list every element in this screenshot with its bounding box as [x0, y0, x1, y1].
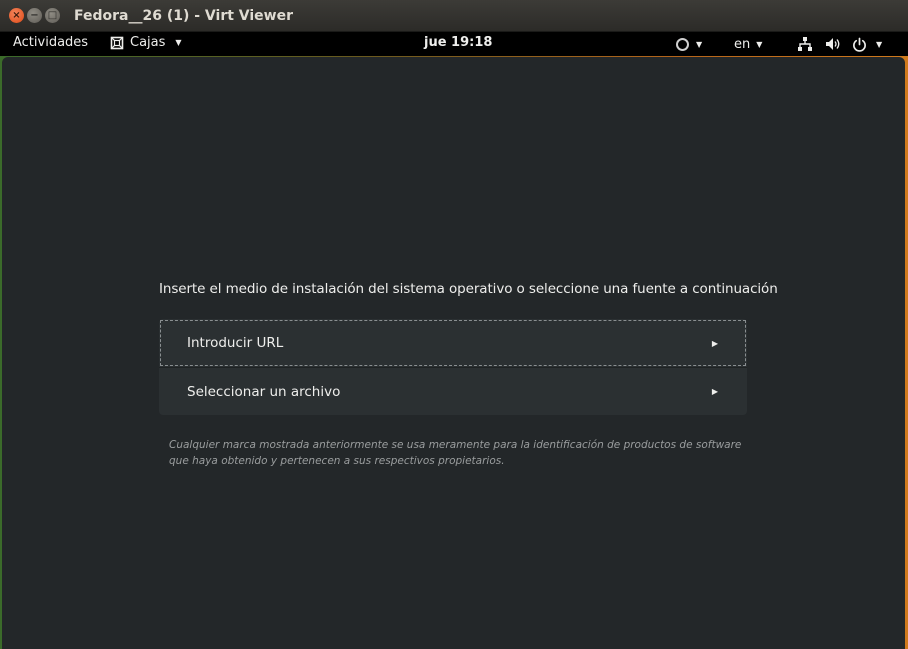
boxes-icon	[110, 36, 124, 49]
trademark-disclaimer: Cualquier marca mostrada anteriormente s…	[169, 439, 742, 467]
language-selector[interactable]: en ▼	[734, 32, 762, 56]
install-media-prompt: Inserte el medio de instalación del sist…	[159, 281, 778, 297]
maximize-window-button[interactable]: □	[45, 8, 60, 23]
gnome-top-bar: Actividades Cajas ▼ jue 19:18 ▼ en ▼ ▼	[0, 32, 908, 56]
language-label: en	[734, 36, 751, 52]
caret-down-icon: ▼	[756, 39, 763, 49]
status-indicator[interactable]: ▼	[676, 32, 702, 56]
activities-button[interactable]: Actividades	[13, 35, 88, 50]
close-icon: ×	[12, 9, 21, 21]
source-list: Introducir URL ▶ Seleccionar un archivo …	[159, 319, 747, 415]
caret-down-icon: ▼	[175, 38, 182, 47]
app-menu[interactable]: Cajas ▼	[110, 35, 182, 50]
window-title: Fedora__26 (1) - Virt Viewer	[74, 7, 294, 24]
window-titlebar: × − □ Fedora__26 (1) - Virt Viewer	[0, 0, 908, 32]
caret-down-icon: ▼	[696, 39, 703, 49]
caret-down-icon: ▼	[876, 39, 883, 49]
app-menu-label: Cajas	[130, 35, 166, 50]
vm-screen: Inserte el medio de instalación del sist…	[2, 57, 905, 649]
chevron-right-icon: ▶	[711, 338, 718, 348]
window-controls: × − □	[9, 8, 60, 23]
minimize-window-button[interactable]: −	[27, 8, 42, 23]
power-icon	[853, 37, 866, 52]
source-item-label: Seleccionar un archivo	[187, 383, 341, 400]
chevron-right-icon: ▶	[711, 387, 718, 396]
clock[interactable]: jue 19:18	[424, 35, 492, 50]
source-item-enter-url[interactable]: Introducir URL ▶	[159, 319, 747, 367]
network-icon	[798, 37, 812, 51]
volume-icon	[826, 38, 840, 50]
source-item-label: Introducir URL	[187, 335, 284, 351]
close-window-button[interactable]: ×	[9, 8, 24, 23]
system-menu[interactable]: ▼	[797, 32, 882, 56]
source-item-select-file[interactable]: Seleccionar un archivo ▶	[159, 367, 747, 415]
maximize-icon: □	[47, 9, 58, 21]
circle-status-icon	[676, 37, 689, 51]
minimize-icon: −	[30, 9, 39, 21]
